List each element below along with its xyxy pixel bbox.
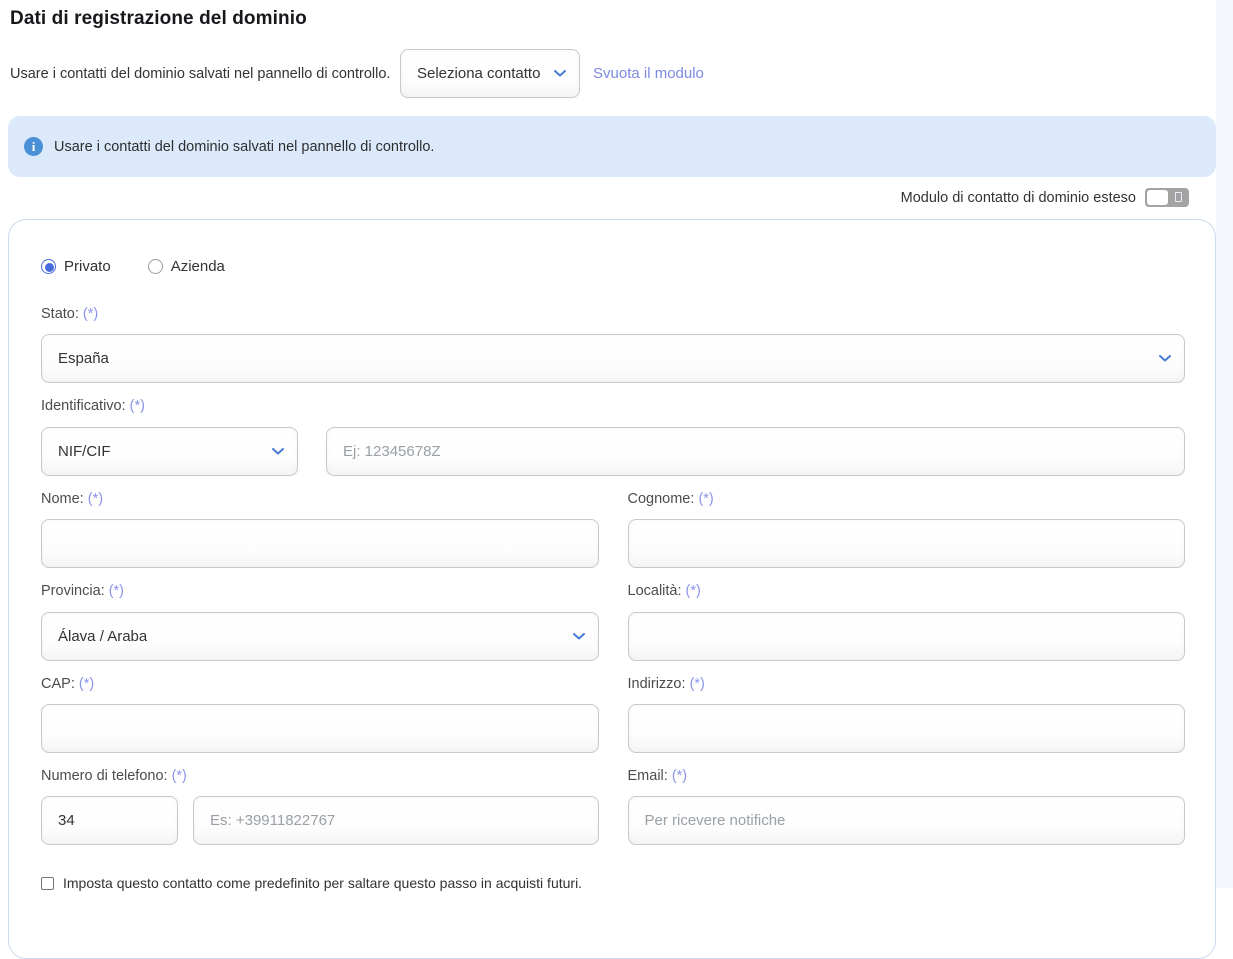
radio-privato-label: Privato xyxy=(64,258,111,275)
contact-type-radio-group: Privato Azienda xyxy=(41,258,1185,275)
chevron-down-icon xyxy=(272,448,284,455)
cognome-label: Cognome: (*) xyxy=(628,491,1186,508)
telefono-label: Numero di telefono: (*) xyxy=(41,768,599,785)
radio-option-privato[interactable]: Privato xyxy=(41,258,111,275)
indirizzo-input[interactable] xyxy=(628,704,1186,753)
stato-select[interactable]: España xyxy=(41,334,1185,383)
toggle-knob xyxy=(1147,190,1168,205)
cap-input[interactable] xyxy=(41,704,599,753)
localita-input[interactable] xyxy=(628,612,1186,661)
contact-select[interactable]: Seleziona contatto xyxy=(400,49,580,98)
identificativo-type-select[interactable]: NIF/CIF xyxy=(41,427,298,476)
info-banner-text: Usare i contatti del dominio salvati nel… xyxy=(54,139,434,155)
saved-contacts-label: Usare i contatti del dominio salvati nel… xyxy=(10,66,400,82)
chevron-down-icon xyxy=(554,70,566,77)
extended-form-toggle-label: Modulo di contatto di dominio esteso xyxy=(901,190,1136,206)
domain-registration-form: Privato Azienda Stato: (*) España Identi… xyxy=(8,219,1216,959)
cap-label: CAP: (*) xyxy=(41,676,599,693)
default-contact-checkbox-row: Imposta questo contatto come predefinito… xyxy=(41,875,1185,891)
cognome-input[interactable] xyxy=(628,519,1186,568)
identificativo-label: Identificativo: (*) xyxy=(41,398,1185,415)
telefono-prefix-input[interactable] xyxy=(41,796,178,845)
info-icon: i xyxy=(24,137,43,156)
radio-azienda-label: Azienda xyxy=(171,258,225,275)
contact-select-value: Seleziona contatto xyxy=(417,65,540,82)
provincia-select[interactable]: Álava / Araba xyxy=(41,612,599,661)
indirizzo-label: Indirizzo: (*) xyxy=(628,676,1186,693)
nome-input[interactable] xyxy=(41,519,599,568)
radio-azienda-unselected-icon[interactable] xyxy=(148,259,163,274)
radio-option-azienda[interactable]: Azienda xyxy=(148,258,225,275)
stato-label: Stato: (*) xyxy=(41,306,1185,323)
extended-form-toggle[interactable] xyxy=(1145,188,1189,207)
saved-contacts-row: Usare i contatti del dominio salvati nel… xyxy=(10,49,1233,98)
email-label: Email: (*) xyxy=(628,768,1186,785)
chevron-down-icon xyxy=(573,633,585,640)
provincia-select-value: Álava / Araba xyxy=(58,628,147,645)
provincia-label: Provincia: (*) xyxy=(41,583,599,600)
toggle-square-icon xyxy=(1175,192,1182,202)
localita-label: Località: (*) xyxy=(628,583,1186,600)
chevron-down-icon xyxy=(1159,355,1171,362)
identificativo-input[interactable] xyxy=(326,427,1185,476)
stato-select-value: España xyxy=(58,350,109,367)
extended-form-toggle-row: Modulo di contatto di dominio esteso xyxy=(0,188,1189,207)
info-banner: i Usare i contatti del dominio salvati n… xyxy=(8,116,1216,177)
default-contact-checkbox-label: Imposta questo contatto come predefinito… xyxy=(63,875,582,891)
clear-form-link[interactable]: Svuota il modulo xyxy=(593,65,704,82)
identificativo-type-value: NIF/CIF xyxy=(58,443,111,460)
email-input[interactable] xyxy=(628,796,1186,845)
radio-privato-selected-icon[interactable] xyxy=(41,259,56,274)
telefono-input[interactable] xyxy=(193,796,599,845)
page-title: Dati di registrazione del dominio xyxy=(0,0,1233,30)
nome-label: Nome: (*) xyxy=(41,491,599,508)
